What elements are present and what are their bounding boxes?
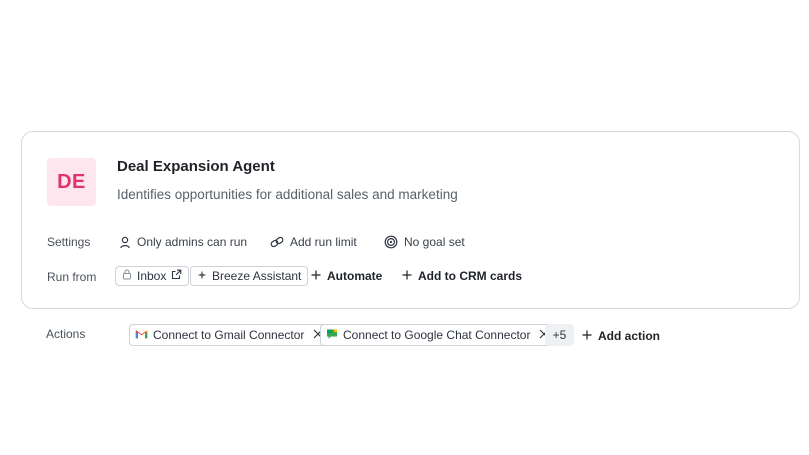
setting-add-run-limit[interactable]: Add run limit bbox=[270, 235, 357, 249]
add-to-crm-cards-text: Add to CRM cards bbox=[418, 269, 523, 283]
sparkle-icon bbox=[197, 269, 207, 283]
gmail-chip-text: Connect to Gmail Connector bbox=[153, 328, 305, 342]
person-icon bbox=[119, 236, 131, 249]
plus-icon bbox=[311, 269, 321, 283]
lock-icon bbox=[122, 269, 132, 283]
agent-description: Identifies opportunities for additional … bbox=[117, 187, 458, 202]
add-action-button[interactable]: Add action bbox=[582, 329, 660, 343]
setting-only-admins-text: Only admins can run bbox=[137, 235, 248, 249]
agent-title: Deal Expansion Agent bbox=[117, 158, 275, 175]
setting-no-goal-text: No goal set bbox=[404, 235, 465, 249]
plus-icon bbox=[582, 329, 592, 343]
agent-avatar: DE bbox=[47, 158, 96, 206]
more-actions-count[interactable]: +5 bbox=[545, 324, 574, 346]
breeze-chip-text: Breeze Assistant bbox=[212, 269, 302, 283]
plus-icon bbox=[402, 269, 412, 283]
target-icon bbox=[384, 235, 398, 249]
setting-add-run-limit-text: Add run limit bbox=[290, 235, 357, 249]
setting-no-goal[interactable]: No goal set bbox=[384, 235, 465, 249]
gmail-icon bbox=[135, 328, 148, 342]
action-chip-gmail[interactable]: Connect to Gmail Connector bbox=[129, 324, 330, 346]
setting-only-admins[interactable]: Only admins can run bbox=[119, 235, 247, 249]
action-chip-google-chat[interactable]: Connect to Google Chat Connector bbox=[320, 324, 556, 346]
google-chat-chip-text: Connect to Google Chat Connector bbox=[343, 328, 531, 342]
run-from-inbox-chip[interactable]: Inbox bbox=[115, 266, 190, 286]
link-icon bbox=[270, 236, 284, 249]
inbox-chip-text: Inbox bbox=[137, 269, 167, 283]
automate-link[interactable]: Automate bbox=[311, 269, 382, 283]
add-to-crm-cards-link[interactable]: Add to CRM cards bbox=[402, 269, 522, 283]
external-link-icon[interactable] bbox=[171, 269, 182, 283]
agent-card: DE Deal Expansion Agent Identifies oppor… bbox=[21, 131, 800, 309]
run-from-label: Run from bbox=[47, 270, 97, 284]
automate-link-text: Automate bbox=[327, 269, 383, 283]
google-chat-icon bbox=[326, 328, 338, 343]
add-action-text: Add action bbox=[598, 329, 660, 343]
actions-label: Actions bbox=[46, 327, 86, 341]
run-from-breeze-chip[interactable]: Breeze Assistant bbox=[190, 266, 309, 286]
settings-label: Settings bbox=[47, 235, 91, 249]
